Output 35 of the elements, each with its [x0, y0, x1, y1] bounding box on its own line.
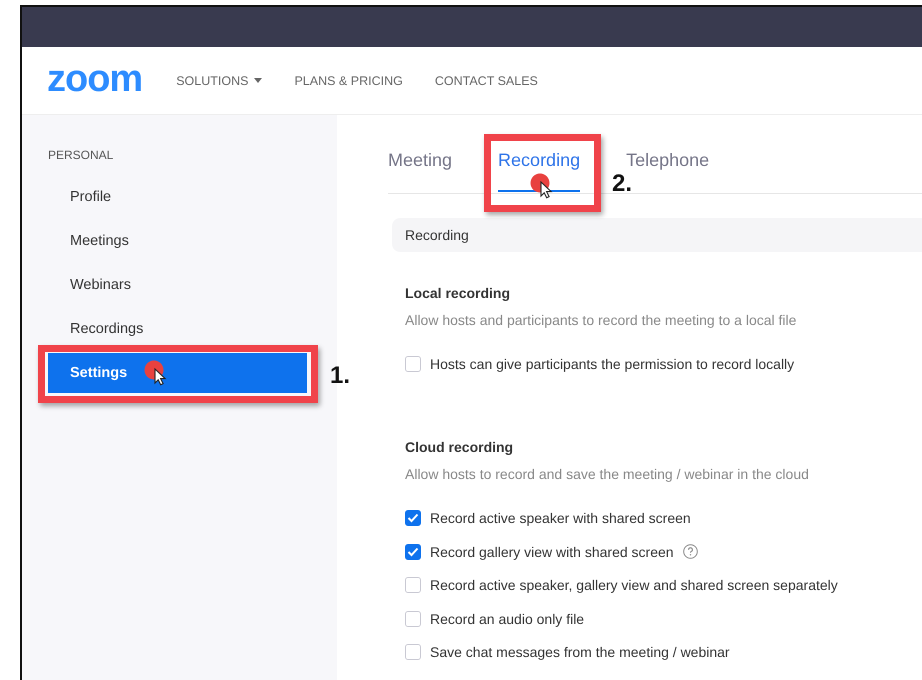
- tab[interactable]: Telephone: [626, 148, 710, 172]
- option-label: Record active speaker with shared screen: [430, 510, 691, 526]
- checkbox[interactable]: [405, 356, 421, 372]
- option-label: Save chat messages from the meeting / webinar: [430, 644, 730, 660]
- sidebar-item[interactable]: Settings: [48, 353, 307, 393]
- option-label: Hosts can give participants the permission to record locally: [430, 356, 794, 372]
- checkbox[interactable]: [405, 644, 421, 660]
- sidebar-item[interactable]: Meetings: [48, 221, 307, 261]
- group-title: Local recording: [405, 284, 512, 303]
- click-cursor-icon: [530, 173, 554, 199]
- caret-icon: [254, 78, 262, 83]
- nav-link[interactable]: CONTACT SALES: [434, 74, 538, 88]
- checkbox[interactable]: [405, 610, 421, 626]
- nav-link[interactable]: PLANS & PRICING: [294, 74, 403, 88]
- group-description: Allow hosts and participants to record the meeting to a local file: [405, 311, 798, 330]
- click-cursor-icon: [144, 360, 168, 386]
- group-description: Allow hosts to record and save the meeting / webinar in the cloud: [405, 465, 810, 484]
- sidebar-heading: PERSONAL: [48, 147, 114, 163]
- checkbox[interactable]: [405, 544, 421, 560]
- sidebar-item[interactable]: Recordings: [48, 309, 307, 349]
- group-title: Cloud recording: [405, 438, 514, 457]
- checkbox[interactable]: [405, 577, 421, 593]
- section-header: Recording: [392, 218, 922, 252]
- sidebar-item[interactable]: Webinars: [48, 265, 307, 305]
- option-label: Record an audio only file: [430, 610, 584, 626]
- option-label: Record gallery view with shared screen: [430, 544, 674, 560]
- step-number: 1.: [330, 362, 350, 390]
- option-label: Record active speaker, gallery view and shared screen separately: [430, 577, 838, 593]
- sidebar-item[interactable]: Profile: [48, 177, 307, 217]
- logo[interactable]: zoom: [47, 60, 142, 102]
- help-icon[interactable]: [682, 544, 698, 559]
- checkbox[interactable]: [405, 510, 421, 526]
- step-number: 2.: [612, 170, 632, 198]
- tab[interactable]: Meeting: [388, 148, 452, 172]
- nav-link[interactable]: SOLUTIONS: [176, 74, 262, 88]
